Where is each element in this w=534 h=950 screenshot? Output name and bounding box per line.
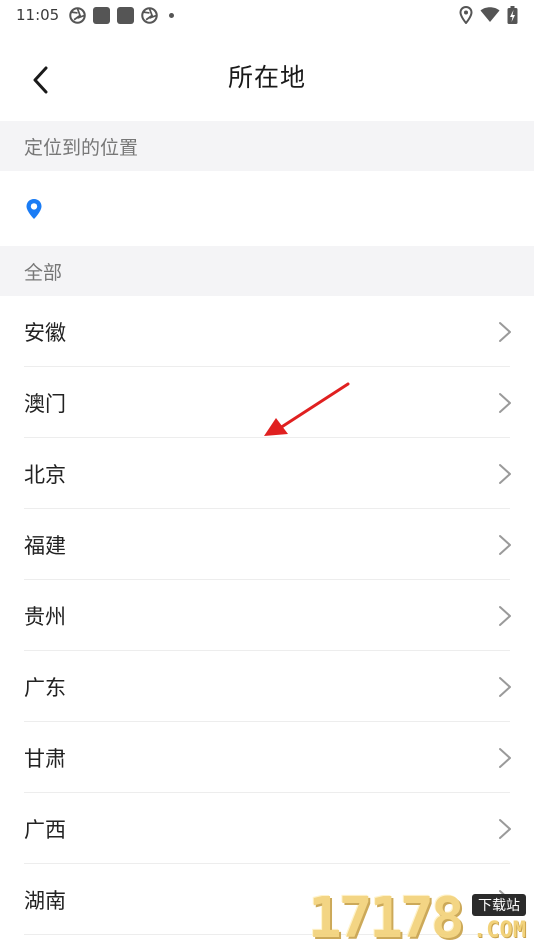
province-name: 澳门 [24,391,66,416]
location-pin-icon [26,198,42,219]
watermark-digits: 17178 [308,886,465,950]
page-title: 所在地 [227,63,306,92]
chevron-left-icon [33,66,48,94]
chevron-right-icon [499,464,511,484]
battery-charging-icon [507,6,518,24]
province-name: 北京 [24,462,66,487]
province-row[interactable]: 甘肃 [0,722,534,793]
province-name: 福建 [24,533,66,558]
chevron-right-icon [499,819,511,839]
aperture-icon [69,6,86,24]
back-button[interactable] [20,60,60,100]
located-location-row[interactable] [0,171,534,246]
section-header-located: 定位到的位置 [0,121,534,171]
province-name: 贵州 [24,604,66,629]
province-name: 安徽 [24,320,66,345]
chevron-right-icon [499,606,511,626]
status-bar: 11:05 [0,0,534,30]
chevron-right-icon [499,322,511,342]
system-icons [459,6,518,24]
section-header-all: 全部 [0,246,534,296]
status-time: 11:05 [16,6,60,24]
province-row[interactable]: 广西 [0,793,534,864]
province-row[interactable]: 贵州 [0,580,534,651]
square-icon [117,6,135,24]
chevron-right-icon [499,535,511,555]
province-row[interactable]: 福建 [0,509,534,580]
province-name: 广东 [24,675,66,700]
wifi-icon [480,7,500,22]
screen: 11:05 所在地 定位到的位置 全部 安徽 澳门 北京 福建 贵州 广东 甘肃… [0,0,534,950]
location-icon [459,6,473,24]
square-icon [93,6,111,24]
red-arrow-icon [264,382,350,436]
province-name: 甘肃 [24,746,66,771]
province-name: 广西 [24,817,66,842]
province-row[interactable]: 广东 [0,651,534,722]
watermark-suffix: .COM [473,918,526,943]
province-name: 湖南 [24,888,66,913]
aperture-icon [141,6,158,24]
header: 所在地 [0,30,534,122]
chevron-right-icon [499,748,511,768]
notification-icons [69,6,175,24]
province-row[interactable]: 安徽 [0,296,534,367]
watermark-logo: 17178 下载站 .COM [308,880,534,950]
chevron-right-icon [499,393,511,413]
watermark-badge: 下载站 [472,894,526,916]
dot-icon [169,12,175,18]
province-row[interactable]: 北京 [0,438,534,509]
chevron-right-icon [499,677,511,697]
